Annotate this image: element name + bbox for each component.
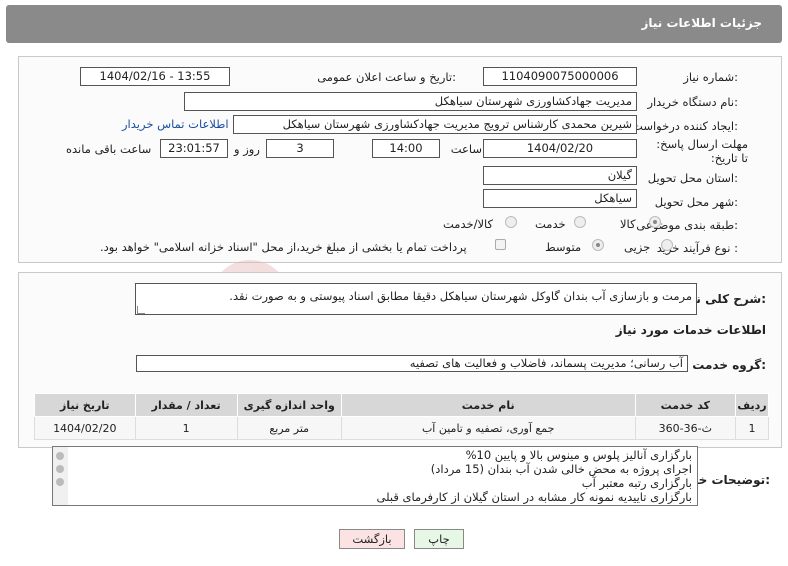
- cell-unit: متر مربع: [236, 416, 342, 440]
- scroll-dot-icon: [56, 452, 64, 460]
- city-field: سیاهکل: [483, 189, 637, 208]
- buyer-note-line: اجرای پروژه به محض خالی شدن آب بندان (15…: [430, 462, 692, 476]
- services-section-title: اطلاعات خدمات مورد نیاز: [615, 323, 766, 337]
- contact-link[interactable]: اطلاعات تماس خریدار: [122, 117, 229, 131]
- need-number-field: 1104090075000006: [483, 67, 637, 86]
- cell-code: ث-36-360: [634, 416, 737, 440]
- deadline-time-label: ساعت: [450, 142, 482, 156]
- days-count-field: 3: [266, 139, 334, 158]
- service-group-label: گروه خدمت:: [692, 358, 766, 372]
- scroll-dot-icon: [56, 465, 64, 473]
- col-name: نام خدمت: [340, 393, 636, 417]
- payment-checkbox[interactable]: [495, 239, 506, 250]
- page-title: جزئیات اطلاعات نیاز: [641, 16, 762, 30]
- category-option-both: کالا/خدمت: [443, 217, 494, 231]
- process-option-medium: متوسط: [545, 240, 582, 254]
- payment-note: پرداخت تمام یا بخشی از مبلغ خرید،از محل …: [100, 240, 467, 254]
- col-unit: واحد اندازه گیری: [236, 393, 342, 417]
- col-code: کد خدمت: [634, 393, 737, 417]
- buyer-note-line: بارگزاری تاییدیه نمونه کار مشابه در استا…: [376, 490, 692, 504]
- remaining-label: ساعت باقی مانده: [66, 142, 152, 156]
- scroll-dot-icon: [56, 478, 64, 486]
- cell-date: 1404/02/20: [34, 416, 136, 440]
- print-button[interactable]: چاپ: [414, 529, 464, 549]
- category-radio-service[interactable]: [574, 216, 586, 228]
- category-radio-both[interactable]: [505, 216, 517, 228]
- process-radio-minor[interactable]: [661, 239, 673, 251]
- deadline-time-field: 14:00: [372, 139, 440, 158]
- col-row: ردیف: [735, 393, 769, 417]
- city-label: شهر محل تحویل:: [654, 195, 738, 209]
- services-table: تاریخ نیاز تعداد / مقدار واحد اندازه گیر…: [34, 393, 769, 440]
- cell-name: جمع آوری، تصفیه و تامین آب: [340, 416, 636, 440]
- category-radio-goods[interactable]: [649, 216, 661, 228]
- category-option-service: خدمت: [535, 217, 566, 231]
- table-row[interactable]: 1404/02/20 1 متر مربع جمع آوری، تصفیه و …: [34, 416, 769, 440]
- back-button[interactable]: بازگشت: [339, 529, 405, 549]
- buyer-org-label: نام دستگاه خریدار:: [647, 95, 738, 109]
- province-field: گیلان: [483, 166, 637, 185]
- cell-row: 1: [735, 416, 769, 440]
- process-option-minor: جزیی: [624, 240, 651, 254]
- buyer-note-line: بارگزاری رتبه معتبر آب: [581, 476, 692, 490]
- province-label: استان محل تحویل:: [647, 171, 738, 185]
- buyer-org-field: مدیریت جهادکشاورزی شهرستان سیاهکل: [184, 92, 637, 111]
- description-textarea[interactable]: مرمت و بازسازی آب بندان گاوکل شهرستان سی…: [135, 283, 697, 315]
- remaining-time-field: 23:01:57: [160, 139, 228, 158]
- deadline-date-field: 1404/02/20: [483, 139, 637, 158]
- announce-field: 1404/02/16 - 13:55: [80, 67, 230, 86]
- announce-label: تاریخ و ساعت اعلان عمومی:: [317, 70, 456, 84]
- cell-qty: 1: [134, 416, 238, 440]
- creator-label: ایجاد کننده درخواست:: [632, 119, 738, 133]
- col-date: تاریخ نیاز: [34, 393, 136, 417]
- need-number-label: شماره نیاز:: [683, 70, 738, 84]
- resize-handle-icon[interactable]: [137, 306, 145, 314]
- deadline-label: مهلت ارسال پاسخ: تا تاریخ:: [656, 137, 748, 165]
- buyer-note-line: بارگزاری آنالیز پلوس و مینوس بالا و پایی…: [465, 448, 692, 462]
- category-option-goods: کالا: [620, 217, 636, 231]
- creator-field: شیرین محمدی کارشناس ترویج مدیریت جهادکشا…: [233, 115, 637, 134]
- days-label: روز و: [234, 142, 260, 156]
- col-qty: تعداد / مقدار: [134, 393, 238, 417]
- service-group-field: آب رسانی؛ مدیریت پسماند، فاضلاب و فعالیت…: [136, 355, 688, 372]
- process-radio-medium[interactable]: [592, 239, 604, 251]
- services-table-header: تاریخ نیاز تعداد / مقدار واحد اندازه گیر…: [34, 393, 769, 417]
